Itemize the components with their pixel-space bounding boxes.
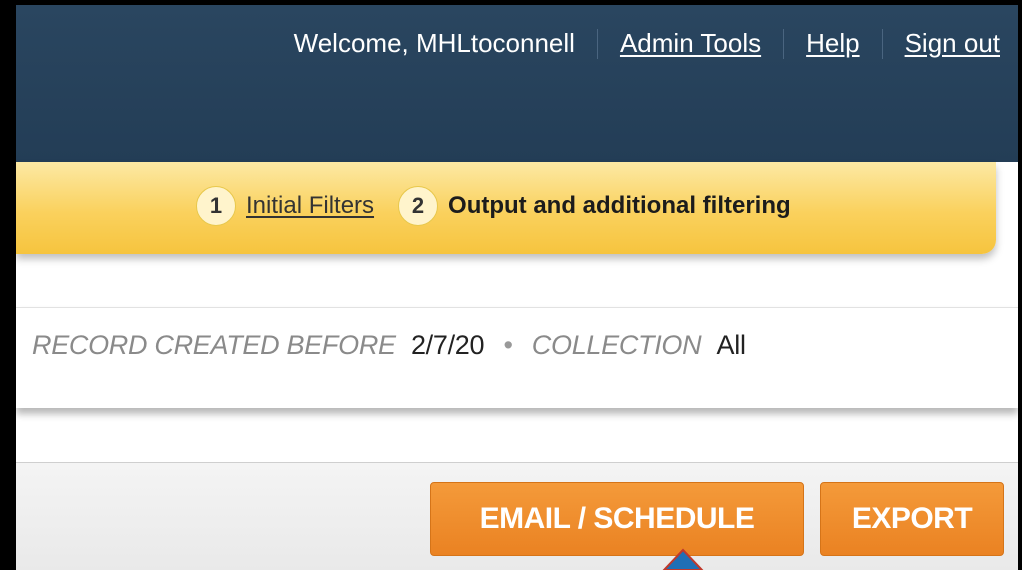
step-output-current: Output and additional filtering — [448, 192, 791, 219]
step-initial-filters-link[interactable]: Initial Filters — [246, 192, 374, 220]
nav-divider — [783, 28, 785, 59]
app-frame: Welcome, MHLtoconnell Admin Tools Help S… — [0, 0, 1022, 570]
frame-border-right — [1018, 0, 1022, 570]
export-button[interactable]: EXPORT — [820, 482, 1004, 556]
step-1-badge: 1 — [196, 186, 236, 226]
wizard-steps-bar: 1 Initial Filters 2 Output and additiona… — [16, 162, 996, 254]
user-nav: Welcome, MHLtoconnell Admin Tools Help S… — [294, 28, 1000, 59]
collection-label: COLLECTION — [531, 330, 702, 360]
up-arrow-pointer-icon — [662, 548, 704, 570]
nav-divider — [881, 28, 883, 59]
filter-summary-panel: RECORD CREATED BEFORE 2/7/20 • COLLECTIO… — [16, 307, 1018, 408]
action-bar: EMAIL / SCHEDULE EXPORT — [16, 462, 1018, 570]
filter-summary: RECORD CREATED BEFORE 2/7/20 • COLLECTIO… — [32, 330, 746, 361]
top-header: Welcome, MHLtoconnell Admin Tools Help S… — [16, 5, 1018, 162]
step-2-badge: 2 — [398, 186, 439, 226]
help-link[interactable]: Help — [806, 28, 859, 59]
nav-divider — [596, 28, 598, 59]
wizard-steps: 1 Initial Filters 2 Output and additiona… — [196, 186, 791, 226]
welcome-text: Welcome, MHLtoconnell — [293, 28, 575, 58]
record-created-value: 2/7/20 — [410, 330, 485, 360]
frame-border-left — [0, 0, 16, 570]
record-created-label: RECORD CREATED BEFORE — [32, 330, 396, 360]
collection-value: All — [716, 330, 746, 360]
filter-separator: • — [503, 330, 513, 360]
frame-border-top — [0, 0, 1022, 5]
sign-out-link[interactable]: Sign out — [905, 28, 1000, 59]
admin-tools-link[interactable]: Admin Tools — [620, 28, 761, 59]
email-schedule-button[interactable]: EMAIL / SCHEDULE — [430, 482, 804, 556]
